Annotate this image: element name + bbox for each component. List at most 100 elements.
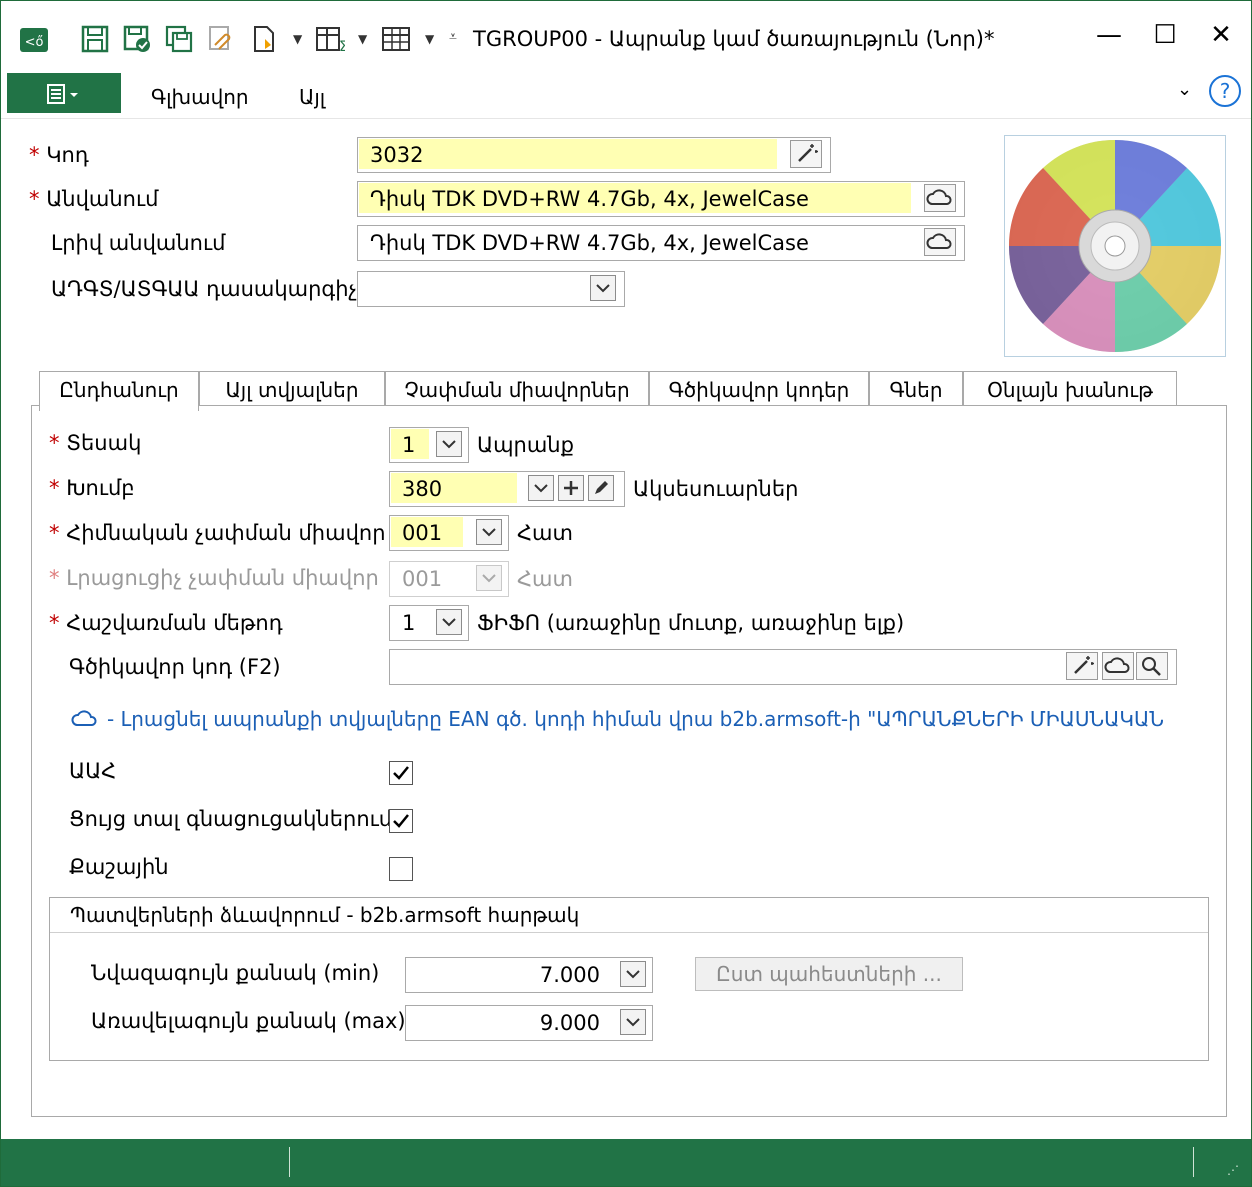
table-dropdown-icon[interactable]: ▼ [425, 32, 434, 46]
save-copy-icon[interactable] [165, 25, 193, 53]
tab-main[interactable]: Գլխավոր [151, 85, 249, 109]
help-icon[interactable]: ? [1209, 75, 1241, 107]
classifier-label: ԱԴԳՏ/ԱՏԳԱԱ դասակարգիչ [51, 277, 358, 301]
checkmark-icon [393, 766, 409, 780]
maximize-button[interactable]: ☐ [1141, 15, 1189, 55]
info-cloud-icon [69, 707, 101, 736]
app-icon[interactable]: <ő [19, 25, 48, 53]
chevron-down-icon[interactable] [436, 431, 462, 457]
window: <ő ▼ Σ ▼ ▼ ⩡ TGROUP00 - Ապրանք կամ ծառայ… [0, 0, 1252, 1187]
orders-group-title: Պատվերների ձևավորում - b2b.armsoft հարթա… [70, 903, 580, 927]
tab-other-data[interactable]: Այլ տվյալներ [199, 371, 385, 409]
show-in-pricelists-checkbox[interactable] [389, 809, 413, 833]
columns-icon[interactable]: Σ [315, 25, 348, 55]
search-icon [1142, 657, 1161, 676]
max-qty-label: Առավելագույն քանակ (max) [91, 1009, 406, 1033]
svg-text:Σ: Σ [339, 39, 345, 53]
close-icon: ✕ [1210, 20, 1232, 50]
product-image[interactable] [1004, 135, 1226, 357]
status-bar: ⋰ [1, 1139, 1251, 1186]
edit-group-button[interactable] [588, 475, 614, 501]
by-warehouses-button: Ըստ պահեստների ... [695, 957, 963, 991]
resize-grip-icon[interactable]: ⋰ [1227, 1163, 1239, 1177]
code-label: * Կոդ [29, 143, 89, 167]
attach-icon[interactable] [207, 25, 235, 53]
chevron-down-icon[interactable] [528, 475, 554, 501]
save-close-icon[interactable] [123, 25, 151, 53]
max-qty-field[interactable]: 9.000 [405, 1005, 653, 1041]
by-weight-label: Քաշային [69, 855, 169, 879]
chevron-down-icon[interactable] [590, 275, 616, 301]
title-bar: <ő ▼ Σ ▼ ▼ ⩡ TGROUP00 - Ապրանք կամ ծառայ… [1, 1, 1251, 73]
classifier-select[interactable] [357, 271, 625, 307]
chevron-down-icon[interactable] [436, 609, 462, 635]
required-icon: * [49, 521, 67, 545]
base-unit-select[interactable]: 001 [389, 515, 509, 551]
group-select[interactable]: 380 [389, 471, 625, 507]
save-icon[interactable] [81, 25, 109, 53]
menu-icon [47, 84, 78, 104]
name-field[interactable]: Դիսկ TDK DVD+RW 4.7Gb, 4x, JewelCase [357, 181, 965, 217]
type-text: Ապրանք [477, 433, 574, 457]
tab-online-shop[interactable]: Օնլայն խանութ [963, 371, 1177, 409]
required-icon: * [49, 476, 67, 500]
new-doc-icon[interactable] [251, 25, 279, 53]
add-group-button[interactable] [558, 475, 584, 501]
required-icon: * [49, 611, 67, 635]
required-icon: * [49, 431, 67, 455]
close-button[interactable]: ✕ [1197, 15, 1245, 55]
vat-label: ԱԱՀ [69, 759, 117, 783]
tab-barcodes[interactable]: Գծիկավոր կոդեր [649, 371, 869, 409]
status-divider [1193, 1147, 1194, 1177]
extra-unit-text: Հատ [517, 567, 573, 591]
svg-text:<ő: <ő [25, 35, 44, 50]
method-label: * Հաշվառման մեթոդ [49, 611, 283, 635]
barcode-cloud-button[interactable] [1102, 652, 1134, 680]
type-select[interactable]: 1 [389, 427, 469, 463]
full-name-cloud-button[interactable] [924, 228, 956, 256]
chevron-down-icon[interactable] [476, 519, 502, 545]
cloud-icon [926, 189, 952, 205]
table-icon[interactable] [381, 25, 410, 53]
barcode-label: Գծիկավոր կոդ (F2) [69, 655, 281, 679]
vat-checkbox[interactable] [389, 761, 413, 785]
maximize-icon: ☐ [1153, 20, 1177, 50]
group-text: Ակսեսուարներ [633, 477, 799, 501]
chevron-down-icon[interactable] [620, 961, 646, 987]
name-label: * Անվանում [29, 187, 159, 211]
barcode-generate-button[interactable] [1066, 652, 1098, 680]
magic-wand-icon [1074, 656, 1094, 674]
collapse-ribbon-icon[interactable]: ⌄ [1177, 79, 1192, 100]
window-title: TGROUP00 - Ապրանք կամ ծառայություն (Նոր)… [473, 27, 995, 51]
tab-prices[interactable]: Գներ [869, 371, 963, 409]
type-label: * Տեսակ [49, 431, 142, 455]
code-field[interactable]: 3032 [357, 137, 831, 173]
columns-dropdown-icon[interactable]: ▼ [358, 32, 367, 46]
barcode-field[interactable] [389, 649, 1177, 685]
file-menu-button[interactable] [7, 73, 121, 113]
status-divider [289, 1147, 290, 1177]
extra-unit-label: * Լրացուցիչ չափման միավոր [49, 566, 379, 590]
name-cloud-button[interactable] [924, 184, 956, 212]
method-select[interactable]: 1 [389, 605, 469, 641]
ean-fill-link[interactable]: - Լրացնել ապրանքի տվյալները EAN գծ. կոդի… [107, 707, 1164, 731]
ribbon: Գլխավոր Այլ ⌄ ? [1, 73, 1251, 119]
by-weight-checkbox[interactable] [389, 857, 413, 881]
pencil-icon [595, 481, 608, 494]
generate-code-button[interactable] [790, 140, 822, 168]
plus-icon [564, 481, 578, 495]
required-icon: * [29, 143, 47, 167]
quick-access-icon[interactable]: ⩡ [449, 29, 457, 45]
orders-group-header: Պատվերների ձևավորում - b2b.armsoft հարթա… [50, 898, 1208, 933]
new-doc-dropdown-icon[interactable]: ▼ [293, 32, 302, 46]
min-qty-field[interactable]: 7.000 [405, 957, 653, 993]
extra-unit-select: 001 [389, 561, 509, 597]
tab-general[interactable]: Ընդհանուր [39, 371, 199, 411]
tab-other[interactable]: Այլ [299, 85, 325, 109]
full-name-field[interactable]: Դիսկ TDK DVD+RW 4.7Gb, 4x, JewelCase [357, 225, 965, 261]
chevron-down-icon[interactable] [620, 1009, 646, 1035]
barcode-search-button[interactable] [1136, 652, 1168, 680]
method-text: ՖԻՖՈ (առաջինը մուտք, առաջինը ելք) [477, 611, 905, 635]
tab-units[interactable]: Չափման միավորներ [385, 371, 649, 409]
minimize-button[interactable]: — [1085, 15, 1133, 55]
